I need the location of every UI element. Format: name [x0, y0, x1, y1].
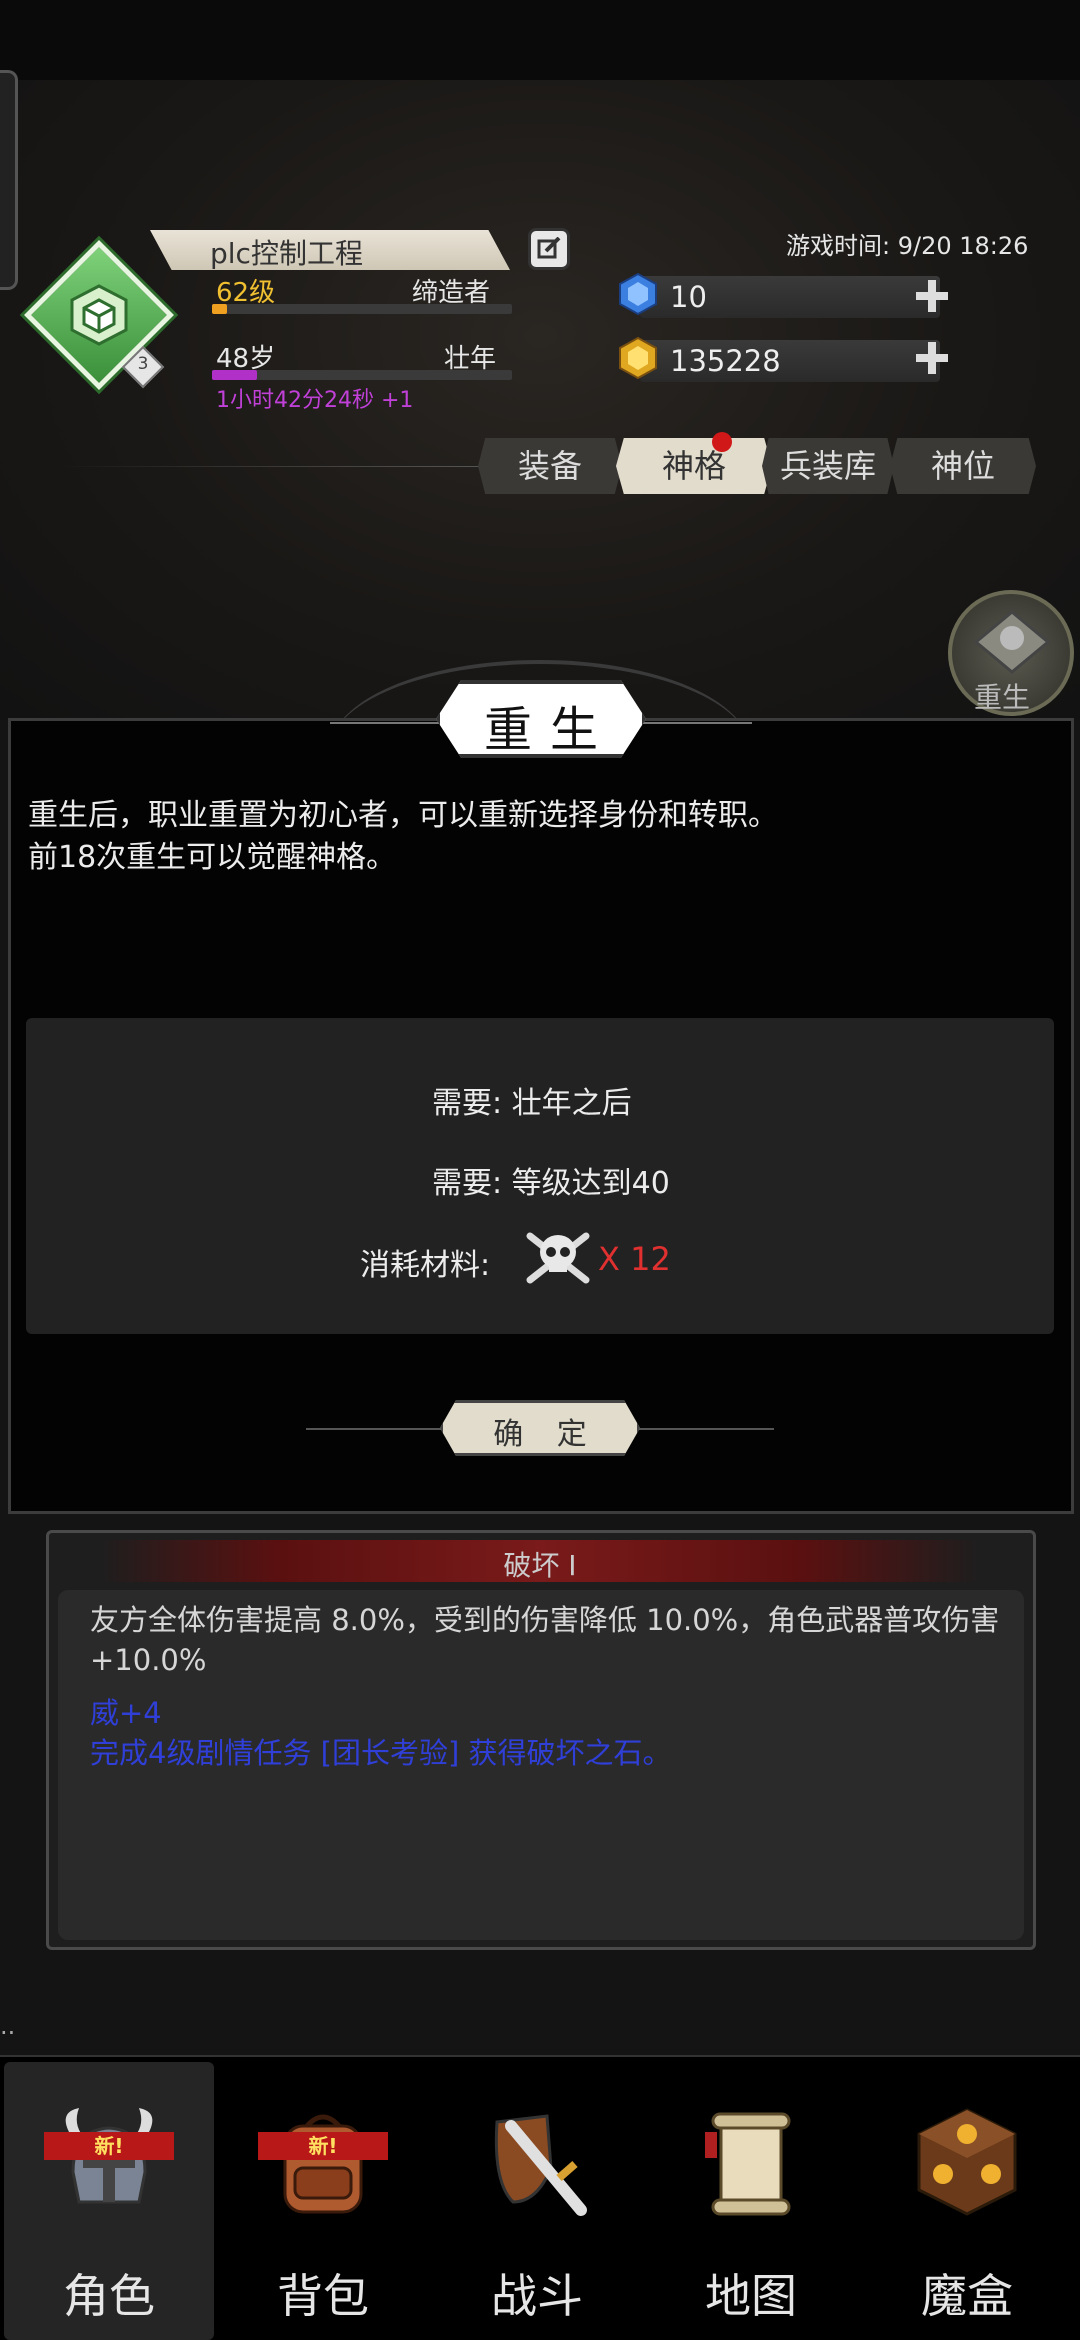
gold-value: 135228	[670, 344, 781, 378]
sword-shield-icon	[494, 2114, 587, 2216]
panel-title: 重生	[483, 702, 616, 758]
nav-backpack[interactable]: 新! 背包	[218, 2062, 428, 2340]
rebirth-description: 重生后，职业重置为初心者，可以重新选择身份和转职。	[28, 798, 778, 833]
confirm-button-label: 确 定	[493, 1417, 599, 1452]
cube-icon	[70, 284, 128, 346]
skill-bonus: 威+4	[90, 1696, 162, 1730]
requirement-stage: 需要: 壮年之后	[432, 1086, 632, 1121]
skill-name: 破坏 Ⅰ	[503, 1549, 577, 1582]
rebirth-emblem-icon	[973, 610, 1051, 674]
diamond-value: 10	[670, 280, 707, 314]
tab-divider	[60, 466, 480, 467]
nav-map[interactable]: 地图	[646, 2062, 856, 2340]
tab-god-seat[interactable]: 神位	[890, 438, 1036, 494]
skill-unlock-hint: 完成4级剧情任务 [团长考验] 获得破坏之石。	[90, 1736, 672, 1770]
helmet-icon	[65, 2108, 153, 2204]
edit-name-button[interactable]	[528, 228, 570, 270]
age-progress-bar	[212, 370, 512, 380]
cost-label: 消耗材料:	[360, 1248, 491, 1283]
new-badge: 新!	[258, 2132, 388, 2160]
header-background	[0, 80, 1080, 720]
game-time: 游戏时间: 9/20 18:26	[786, 232, 1029, 260]
gold-gem-icon	[619, 336, 657, 380]
cost-value: X 12	[598, 1240, 671, 1278]
tab-equipment[interactable]: 装备	[478, 438, 622, 494]
nav-battle[interactable]: 战斗	[432, 2062, 642, 2340]
tab-armory[interactable]: 兵装库	[762, 438, 894, 494]
rebirth-side-button[interactable]: 重生	[948, 590, 1080, 720]
new-badge: 新!	[44, 2132, 174, 2160]
magic-box-icon	[917, 2108, 1017, 2216]
edit-icon	[537, 237, 561, 259]
level-progress-bar	[212, 304, 512, 314]
status-bar	[0, 0, 1080, 80]
age-timer: 1小时42分24秒 +1	[216, 388, 414, 413]
notification-dot	[712, 432, 732, 452]
requirement-level: 需要: 等级达到40	[432, 1166, 670, 1201]
rank-number: 3	[137, 354, 149, 374]
add-diamond-button[interactable]	[914, 278, 950, 314]
blue-gem-icon	[619, 272, 657, 316]
nav-magic-box[interactable]: 魔盒	[862, 2062, 1072, 2340]
skill-effect: 友方全体伤害提高 8.0%，受到的伤害降低 10.0%，角色武器普攻伤害+10.…	[90, 1603, 1000, 1677]
left-edge-tab[interactable]	[0, 70, 18, 290]
skull-material-icon	[526, 1232, 590, 1284]
scroll-map-icon	[705, 2112, 791, 2216]
tab-godhood[interactable]: 神格	[616, 438, 772, 494]
backpack-icon	[283, 2114, 363, 2214]
nav-character[interactable]: 新! 角色	[4, 2062, 214, 2340]
player-name: plc控制工程	[210, 237, 363, 270]
add-gold-button[interactable]	[914, 340, 950, 376]
ellipsis: ..	[0, 2012, 16, 2040]
rebirth-description-2: 前18次重生可以觉醒神格。	[28, 840, 397, 875]
